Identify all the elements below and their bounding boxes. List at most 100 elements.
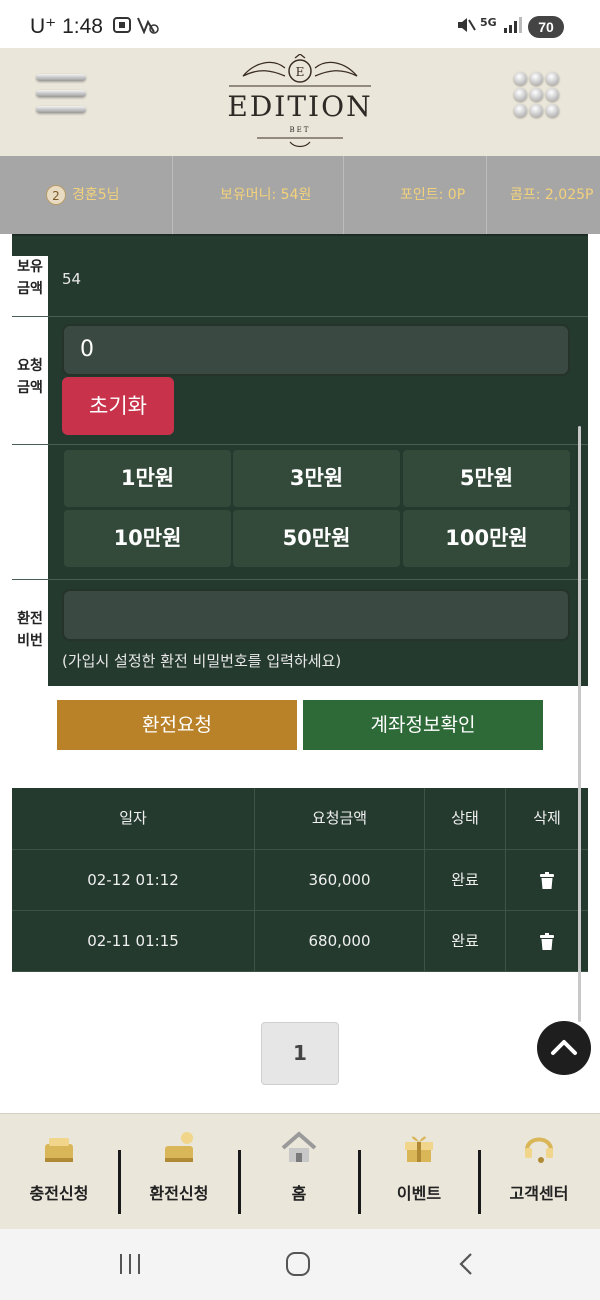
grid-dot <box>546 88 559 101</box>
bottom-navigation: 충전신청 환전신청 홈 이벤트 고객센터 <box>0 1113 600 1229</box>
hamburger-icon-line <box>36 90 86 97</box>
withdraw-password-input[interactable] <box>62 589 570 641</box>
chevron-up-icon <box>551 1040 577 1055</box>
row-divider <box>12 579 588 580</box>
grid-menu-button[interactable] <box>512 70 562 118</box>
recent-apps-icon[interactable] <box>118 1251 142 1277</box>
level-badge: 2 <box>46 185 66 205</box>
comp-info: 콤프: 2,025P <box>510 187 594 203</box>
system-navigation-bar <box>0 1229 600 1300</box>
page-button-current[interactable]: 1 <box>261 1022 339 1085</box>
hamburger-icon-line <box>36 106 86 113</box>
grid-dot <box>514 104 527 117</box>
edition-logo[interactable]: E EDITION BET <box>225 54 375 150</box>
site-header: E EDITION BET <box>0 48 600 156</box>
header-amount: 요청금액 <box>255 788 425 849</box>
trash-icon[interactable] <box>539 932 555 951</box>
withdraw-request-button[interactable]: 환전요청 <box>57 700 297 750</box>
grid-dot <box>546 72 559 85</box>
nav-support-label: 고객센터 <box>509 1184 569 1203</box>
amount-30k-button[interactable]: 3만원 <box>233 450 400 507</box>
divider <box>172 156 173 234</box>
logo-sub-text: BET <box>289 126 311 134</box>
amount-1m-button[interactable]: 100만원 <box>403 510 570 567</box>
scroll-to-top-button[interactable] <box>537 1021 591 1075</box>
row-amount: 360,000 <box>255 850 425 910</box>
row-divider <box>12 316 588 317</box>
user-info-bar: 2 경훈5님 보유머니: 54원 포인트: 0P 콤프: 2,025P <box>0 156 600 234</box>
account-info-button[interactable]: 계좌정보확인 <box>303 700 543 750</box>
request-label-line: 금액 <box>17 380 43 396</box>
balance-label-line: 보유 <box>17 259 43 275</box>
carrier-label: U⁺ <box>30 15 57 38</box>
password-label-line: 비번 <box>17 633 43 649</box>
exchange-icon <box>165 1132 193 1162</box>
scrollbar[interactable] <box>578 426 581 1022</box>
gift-icon <box>405 1136 433 1162</box>
support-icon <box>525 1137 553 1163</box>
request-amount-input[interactable]: 0 <box>62 324 570 376</box>
grid-dot <box>546 104 559 117</box>
nav-exchange[interactable]: 환전신청 <box>120 1114 238 1230</box>
row-status: 완료 <box>425 850 506 910</box>
nav-exchange-label: 환전신청 <box>149 1184 209 1203</box>
withdraw-form: 보유 금액 54 요청 금액 0 초기화 1만원 3만원 5만원 10만원 50… <box>12 234 588 686</box>
row-divider <box>12 444 588 445</box>
nav-support[interactable]: 고객센터 <box>480 1114 598 1230</box>
grid-dot <box>530 104 543 117</box>
balance-value: 54 <box>62 270 82 288</box>
row-status: 완료 <box>425 911 506 971</box>
nav-home[interactable]: 홈 <box>240 1114 358 1230</box>
row-date: 02-12 01:12 <box>12 850 255 910</box>
request-label-line: 요청 <box>17 358 43 374</box>
user-name-text: 경훈5님 <box>72 187 120 203</box>
request-amount-label: 요청 금액 <box>12 317 48 444</box>
home-system-icon[interactable] <box>284 1251 312 1277</box>
withdraw-history-table: 일자 요청금액 상태 삭제 02-12 01:12 360,000 완료 02-… <box>12 788 588 972</box>
password-label-line: 환전 <box>17 611 43 627</box>
balance-info: 보유머니: 54원 <box>220 187 312 203</box>
row-amount: 680,000 <box>255 911 425 971</box>
nav-event[interactable]: 이벤트 <box>360 1114 478 1230</box>
logo-brand-text: EDITION <box>227 90 373 123</box>
grid-dot <box>530 88 543 101</box>
balance-label-line: 금액 <box>17 281 43 297</box>
nav-deposit[interactable]: 충전신청 <box>0 1114 118 1230</box>
divider <box>343 156 344 234</box>
amount-50k-button[interactable]: 5만원 <box>403 450 570 507</box>
row-date: 02-11 01:15 <box>12 911 255 971</box>
table-header-row: 일자 요청금액 상태 삭제 <box>12 788 588 850</box>
home-icon <box>281 1131 317 1162</box>
status-time: U⁺ 1:48 <box>30 14 103 39</box>
trash-icon[interactable] <box>539 871 555 890</box>
header-status: 상태 <box>425 788 506 849</box>
amount-label-empty <box>12 445 48 579</box>
status-bar: U⁺ 1:48 5G 70 <box>0 0 600 48</box>
table-row: 02-11 01:15 680,000 완료 <box>12 911 588 972</box>
nav-home-label: 홈 <box>291 1184 307 1203</box>
table-row: 02-12 01:12 360,000 완료 <box>12 850 588 911</box>
password-label: 환전 비번 <box>12 580 48 686</box>
amount-500k-button[interactable]: 50만원 <box>233 510 400 567</box>
row-delete-cell <box>506 911 588 971</box>
amount-100k-button[interactable]: 10만원 <box>64 510 231 567</box>
reset-button[interactable]: 초기화 <box>62 377 174 435</box>
clock: 1:48 <box>62 15 103 38</box>
nav-event-label: 이벤트 <box>396 1184 442 1203</box>
hamburger-menu-button[interactable] <box>36 72 86 116</box>
logo-crest-icon: E <box>229 54 371 87</box>
header-date: 일자 <box>12 788 255 849</box>
amount-10k-button[interactable]: 1만원 <box>64 450 231 507</box>
signal-icon <box>502 16 522 38</box>
points-info: 포인트: 0P <box>400 187 466 203</box>
grid-dot <box>530 72 543 85</box>
user-name[interactable]: 2 경훈5님 <box>46 156 120 234</box>
grid-dot <box>514 72 527 85</box>
hamburger-icon-line <box>36 74 86 81</box>
grid-dot <box>514 88 527 101</box>
app-notification-icon <box>136 16 160 38</box>
network-5g-icon: 5G <box>480 16 497 29</box>
mute-icon <box>456 16 476 38</box>
divider <box>486 156 487 234</box>
back-icon[interactable] <box>456 1251 476 1277</box>
